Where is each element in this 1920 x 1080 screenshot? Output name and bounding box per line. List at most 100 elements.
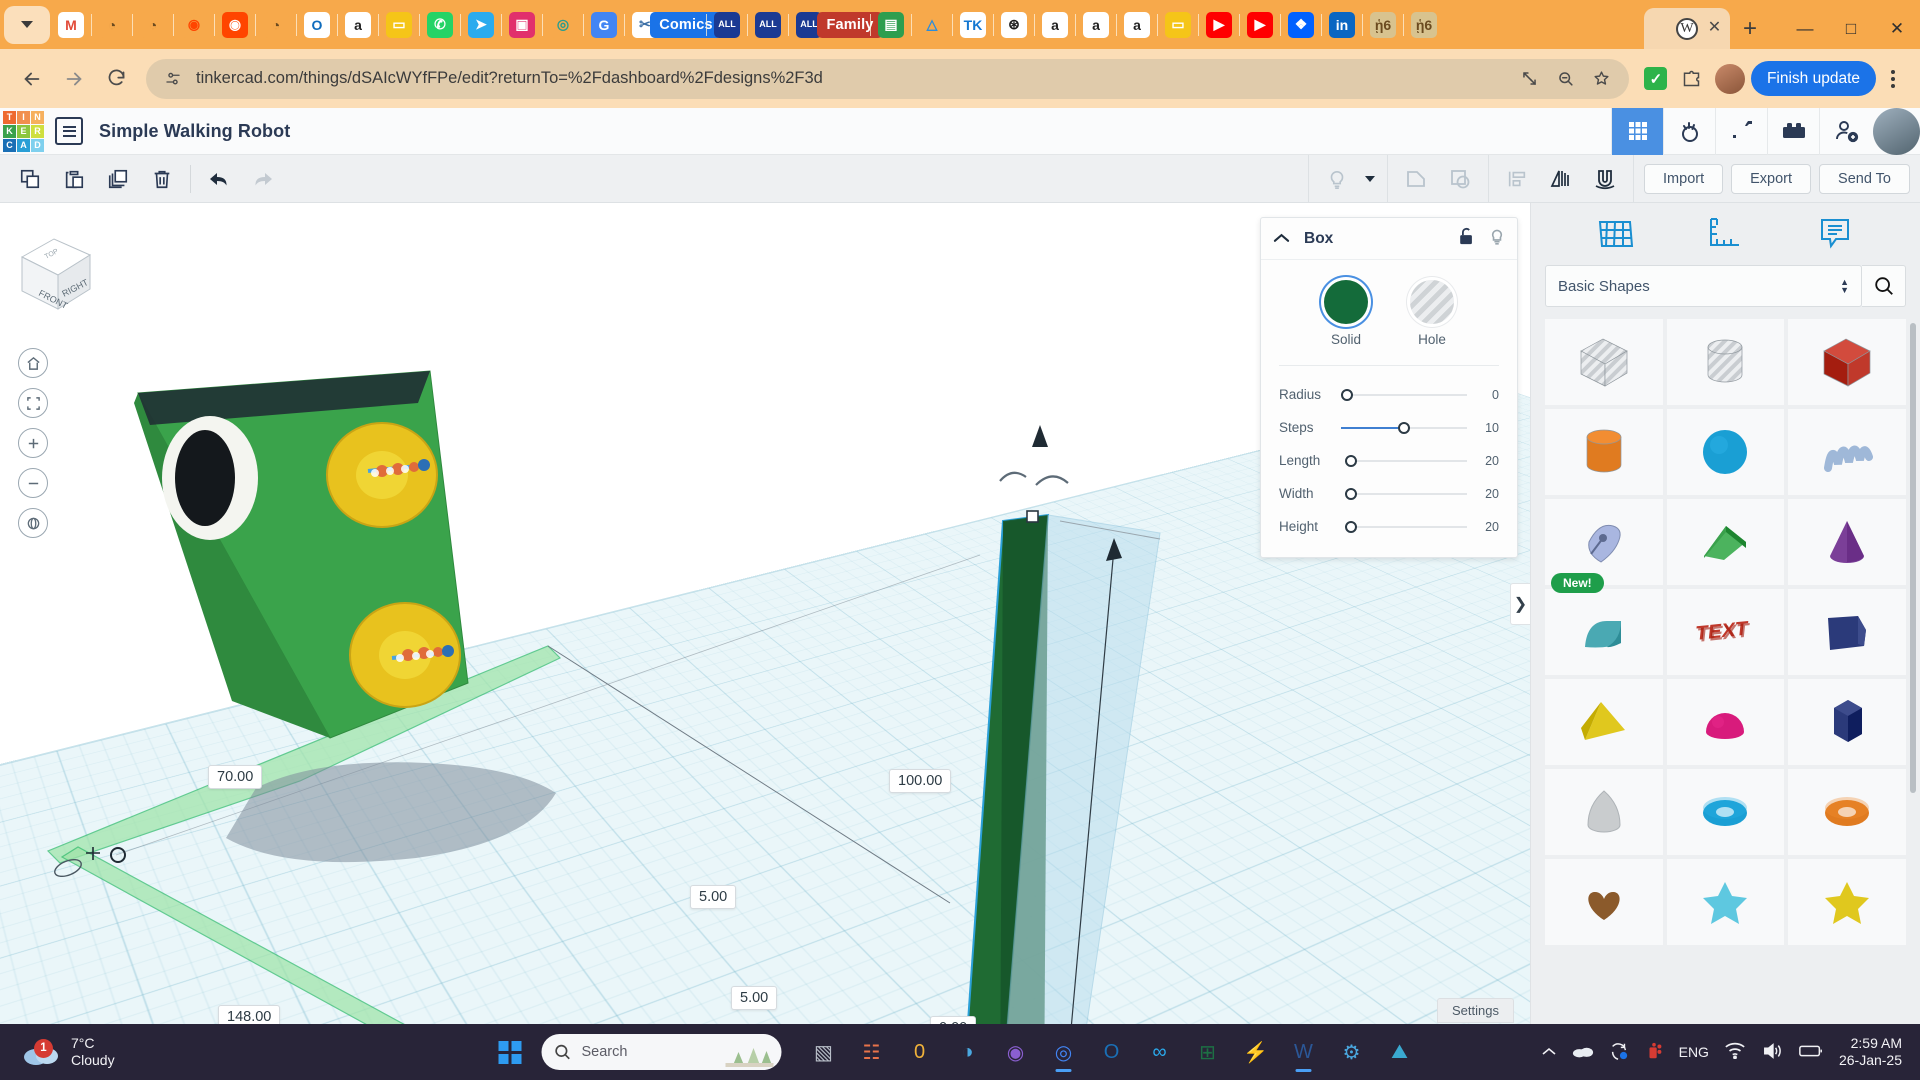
shape-star-yellow[interactable] (1788, 859, 1906, 945)
view-cube[interactable]: FRONT RIGHT TOP (12, 233, 92, 313)
hole-swatch[interactable] (1410, 280, 1454, 324)
shape-pyramid[interactable] (1545, 679, 1663, 765)
property-value[interactable]: 10 (1473, 421, 1499, 435)
bookmark-globe-1[interactable]: ◔ (95, 8, 129, 42)
group-icon[interactable] (1394, 159, 1438, 199)
user-avatar[interactable] (1873, 108, 1920, 155)
perspective-toggle-button[interactable] (18, 508, 48, 538)
bookmark-instagram[interactable]: ▣ (505, 8, 539, 42)
bookmark-dropbox[interactable]: ❖ (1284, 8, 1318, 42)
weather-widget[interactable]: 1 7°C Cloudy (0, 1035, 115, 1069)
teams-app[interactable]: ◑ (946, 1030, 990, 1074)
outlook-app[interactable]: O (1090, 1030, 1134, 1074)
unlock-icon[interactable] (1458, 227, 1475, 250)
shape-cylinder[interactable] (1545, 409, 1663, 495)
bookmark-reddit-1[interactable]: ◉ (177, 8, 211, 42)
office-app[interactable]: ☷ (850, 1030, 894, 1074)
collapse-shapes-panel-button[interactable]: ❯ (1510, 583, 1530, 625)
extension-checkmark-icon[interactable]: ✓ (1639, 62, 1673, 96)
bookmark-gmail[interactable]: M (54, 8, 88, 42)
bookmark-youtube-2[interactable]: ▶ (1243, 8, 1277, 42)
paste-icon[interactable] (52, 159, 96, 199)
shape-scribble[interactable] (1788, 409, 1906, 495)
duplicate-icon[interactable] (96, 159, 140, 199)
shape-star-blue[interactable] (1667, 859, 1785, 945)
bookmark-family[interactable]: Family (833, 8, 867, 42)
tray-chevron-icon[interactable] (1541, 1044, 1557, 1060)
chevron-down-icon[interactable] (1359, 159, 1381, 199)
chevron-updown-icon[interactable]: ▲ ▼ (1840, 279, 1849, 293)
grid-view-icon[interactable] (1611, 108, 1663, 155)
notes-tab[interactable] (1807, 211, 1863, 257)
shape-box-hole[interactable] (1545, 319, 1663, 405)
battery-icon[interactable] (1798, 1043, 1824, 1062)
import-button[interactable]: Import (1644, 164, 1723, 194)
dim-box-length[interactable]: 5.00 (731, 986, 777, 1010)
shape-cylinder-hole[interactable] (1667, 319, 1785, 405)
profile-avatar[interactable] (1715, 64, 1745, 94)
dim-length[interactable]: 70.00 (208, 765, 262, 789)
bookmark-globe-3[interactable]: ◔ (259, 8, 293, 42)
property-value[interactable]: 0 (1473, 388, 1499, 402)
tinkercad-logo[interactable]: TINKERCAD (0, 108, 47, 155)
bookmark-google-translate[interactable]: G (587, 8, 621, 42)
finish-update-button[interactable]: Finish update (1751, 61, 1876, 96)
browser-menu-button[interactable] (1878, 62, 1908, 96)
property-slider-length[interactable] (1341, 454, 1467, 468)
bookmark-amazon-3[interactable]: a (1079, 8, 1113, 42)
home-view-button[interactable] (18, 348, 48, 378)
bookmark-robot-1[interactable]: ᾑ6 (1366, 8, 1400, 42)
shape-tube-thick[interactable] (1788, 769, 1906, 855)
ungroup-icon[interactable] (1438, 159, 1482, 199)
onedrive-icon[interactable] (1572, 1043, 1594, 1061)
bookmark-telegram[interactable]: ➤ (464, 8, 498, 42)
volume-icon[interactable] (1761, 1042, 1783, 1063)
bookmarks-expand-button[interactable] (4, 6, 50, 44)
bookmark-all-comics-2[interactable]: ALL (751, 8, 785, 42)
maximize-button[interactable]: □ (1828, 8, 1874, 49)
sync-icon[interactable] (1609, 1041, 1629, 1064)
magnet-icon[interactable] (1583, 159, 1627, 199)
fit-view-button[interactable] (18, 388, 48, 418)
redo-icon[interactable] (241, 159, 285, 199)
forward-button[interactable] (54, 59, 94, 99)
property-slider-steps[interactable] (1341, 421, 1467, 435)
new-tab-button[interactable]: + (1730, 8, 1770, 49)
bookmark-globe-2[interactable]: ◔ (136, 8, 170, 42)
copilot-app[interactable]: ∞ (1138, 1030, 1182, 1074)
taskview-app[interactable]: ▧ (802, 1030, 846, 1074)
property-slider-height[interactable] (1341, 520, 1467, 534)
settings-app[interactable]: ⚙ (1330, 1030, 1374, 1074)
minimize-button[interactable]: — (1782, 8, 1828, 49)
shapes-scrollbar[interactable] (1910, 323, 1916, 793)
property-value[interactable]: 20 (1473, 520, 1499, 534)
open-in-new-icon[interactable] (1517, 66, 1543, 92)
shape-wedge[interactable] (1667, 499, 1785, 585)
shape-round-roof[interactable] (1545, 589, 1663, 675)
bookmark-all-comics-1[interactable]: ALL (710, 8, 744, 42)
solid-option[interactable]: Solid (1324, 280, 1368, 347)
settings-button[interactable]: Settings (1437, 998, 1514, 1023)
export-button[interactable]: Export (1731, 164, 1811, 194)
light-bulb-icon[interactable] (1489, 227, 1505, 251)
shape-cone[interactable] (1788, 499, 1906, 585)
bookmark-book-green[interactable]: ▤ (874, 8, 908, 42)
shape-text[interactable]: TEXT TEXT (1667, 589, 1785, 675)
slider-knob[interactable] (1341, 389, 1353, 401)
bookmark-note[interactable]: ▭ (382, 8, 416, 42)
shape-sphere[interactable] (1667, 409, 1785, 495)
bookmark-note-2[interactable]: ▭ (1161, 8, 1195, 42)
chrome-app[interactable]: ◎ (1042, 1030, 1086, 1074)
brick-icon[interactable] (1767, 108, 1819, 155)
reload-button[interactable] (96, 59, 136, 99)
photos-app[interactable]: ⛰ (1378, 1030, 1422, 1074)
back-button[interactable] (12, 59, 52, 99)
chevron-up-icon[interactable] (1273, 230, 1290, 248)
zoom-in-button[interactable] (18, 428, 48, 458)
light-bulb-icon[interactable] (1315, 159, 1359, 199)
bookmark-comics[interactable]: Comics (669, 8, 703, 42)
shape-shape-generator[interactable]: New! (1545, 499, 1663, 585)
property-value[interactable]: 20 (1473, 454, 1499, 468)
file-explorer-app[interactable]: ὜0 (898, 1030, 942, 1074)
add-user-icon[interactable] (1819, 108, 1871, 155)
